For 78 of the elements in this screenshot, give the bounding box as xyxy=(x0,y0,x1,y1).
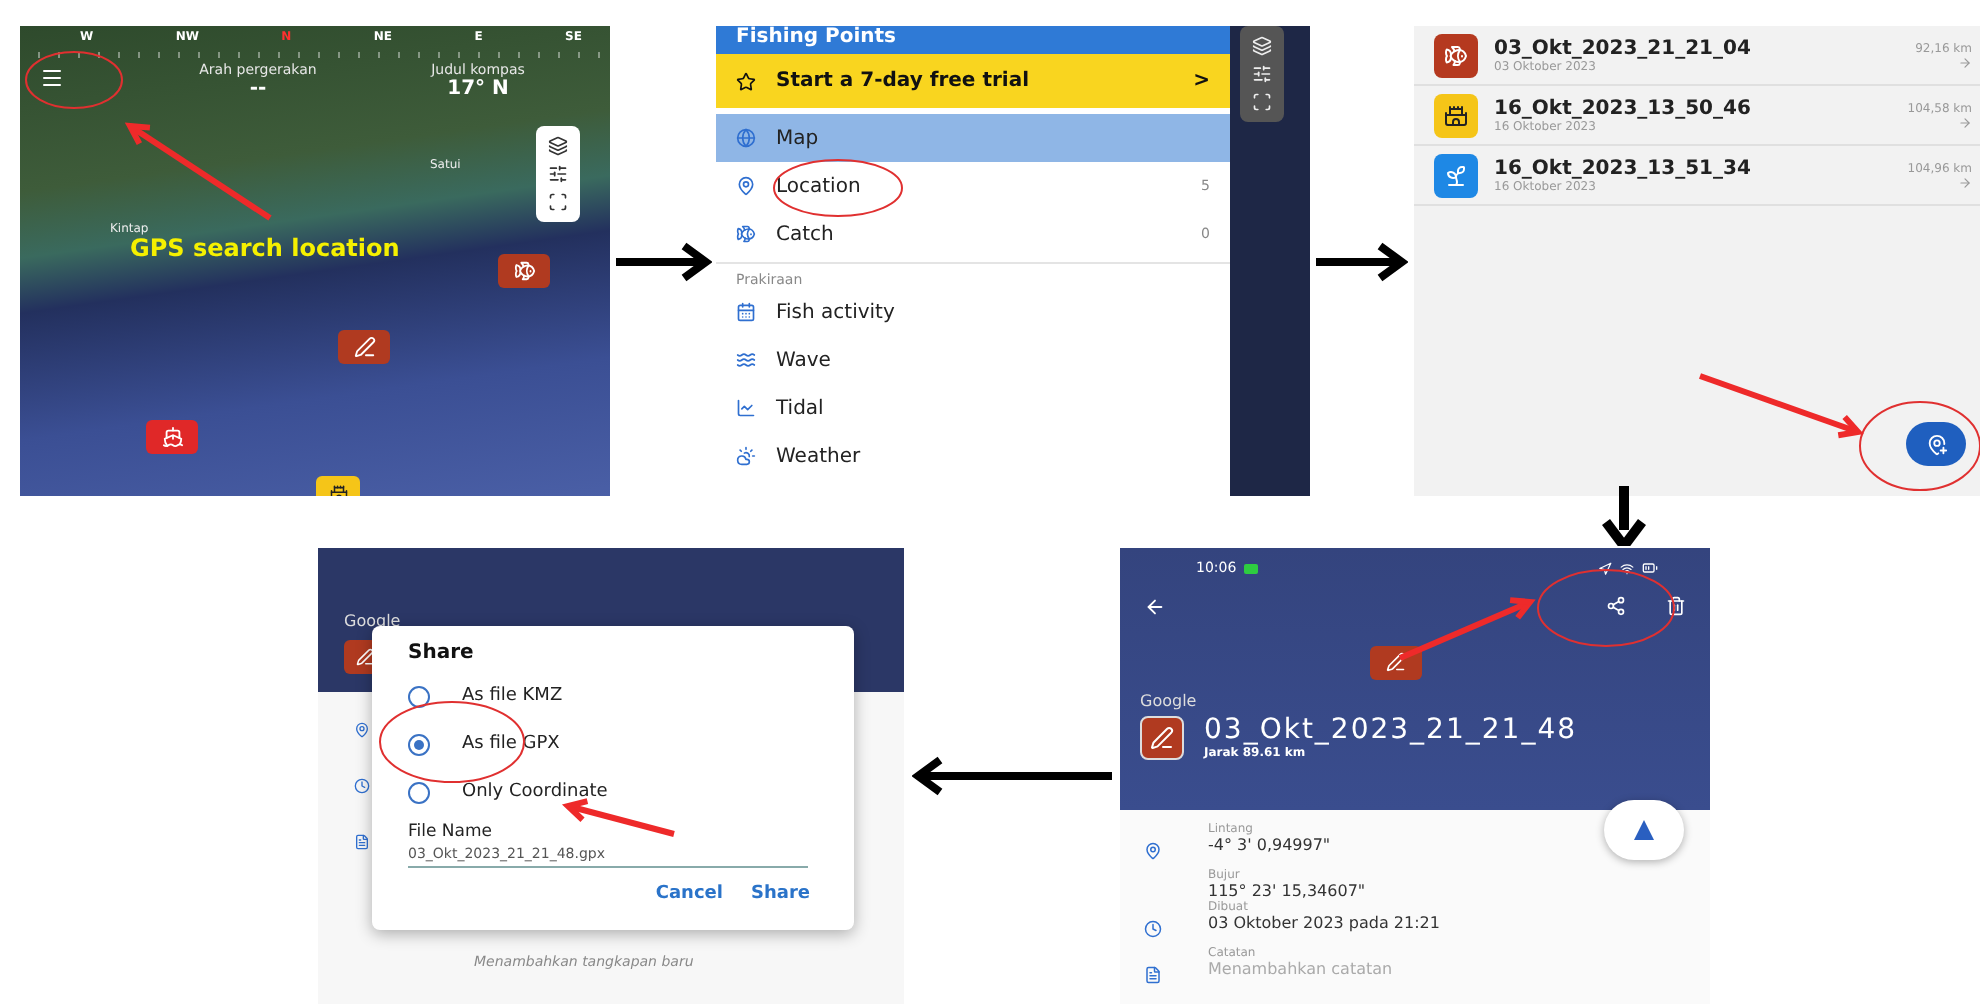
annotation-arrow xyxy=(1398,597,1536,661)
clock-icon xyxy=(1144,920,1162,938)
item-name: 03_Okt_2023_21_21_04 xyxy=(1494,37,1753,59)
note-icon xyxy=(1144,966,1162,984)
fish-icon xyxy=(736,224,756,244)
pen-icon xyxy=(1385,652,1405,672)
globe-icon xyxy=(736,128,756,148)
annotation-circle xyxy=(772,158,904,218)
map-marker[interactable] xyxy=(146,420,198,454)
map-attribution: Google xyxy=(1140,692,1199,710)
item-name: 16_Okt_2023_13_50_46 xyxy=(1494,97,1753,119)
trash-icon xyxy=(1666,596,1686,616)
annotation-arrow xyxy=(561,798,675,837)
map-marker[interactable] xyxy=(498,254,550,288)
arrow-icon xyxy=(1958,175,1972,189)
back-arrow-icon xyxy=(1144,595,1166,617)
item-name: 16_Okt_2023_13_51_34 xyxy=(1494,157,1753,179)
wave-icon xyxy=(736,350,756,370)
arrow-icon xyxy=(912,754,1112,798)
share-button[interactable] xyxy=(1602,592,1630,620)
sprout-icon xyxy=(1444,163,1468,187)
radio-option[interactable]: As file KMZ xyxy=(408,672,818,720)
map-attribution: Google xyxy=(344,612,401,630)
radio-option[interactable]: Only Coordinate xyxy=(408,768,818,816)
menu-icon xyxy=(40,66,64,90)
map-marker[interactable] xyxy=(338,330,390,364)
location-title: 03_Okt_2023_21_21_48 xyxy=(1204,714,1578,746)
annotation-circle xyxy=(1536,568,1676,648)
menu-item[interactable]: Map xyxy=(716,114,1230,162)
fullscreen-icon xyxy=(1252,92,1272,112)
share-icon xyxy=(1606,596,1626,616)
tower-icon xyxy=(1444,103,1468,127)
wifi-icon xyxy=(1620,561,1634,575)
compass-heading-value: 17° N xyxy=(447,78,509,100)
cloud-sun-icon xyxy=(736,446,756,466)
annotation-text: GPS search location xyxy=(130,234,400,262)
clock-icon xyxy=(354,778,370,794)
boat-icon xyxy=(161,426,183,448)
pen-icon xyxy=(353,336,375,358)
dialog-title: Share xyxy=(408,642,476,664)
map-pin-icon xyxy=(1144,842,1162,860)
battery-icon xyxy=(1244,563,1259,573)
line-chart-icon xyxy=(736,398,756,418)
sliders-icon xyxy=(548,164,568,184)
heading-value: -- xyxy=(249,78,267,100)
fish-icon xyxy=(1444,43,1468,67)
arrow-icon xyxy=(1316,239,1408,283)
arrow-icon xyxy=(615,239,711,283)
layers-icon xyxy=(548,136,568,156)
radio-option[interactable]: As file GPX xyxy=(408,720,818,768)
dialog-button[interactable]: Share xyxy=(742,880,818,908)
fullscreen-icon xyxy=(548,192,568,212)
dialog-button[interactable]: Cancel xyxy=(647,880,731,908)
app-title: Fishing Points xyxy=(716,26,1230,54)
triangle-icon xyxy=(1634,820,1654,840)
fish-icon xyxy=(513,260,535,282)
pen-icon xyxy=(1150,725,1174,749)
field-value: 115° 23' 15,34607" xyxy=(1208,882,1366,900)
field-value: 03 Oktober 2023 pada 21:21 xyxy=(1208,914,1440,932)
delete-button[interactable] xyxy=(1662,592,1690,620)
sliders-icon xyxy=(1252,64,1272,84)
field-label: File Name xyxy=(408,822,495,842)
battery-icon xyxy=(1642,560,1658,576)
map-pin-icon xyxy=(354,722,370,738)
map-pin-icon xyxy=(736,176,756,196)
map-marker[interactable] xyxy=(1369,645,1421,679)
field-value: -4° 3' 0,94997" xyxy=(1208,836,1331,854)
note-icon xyxy=(354,834,370,850)
annotation-circle xyxy=(24,50,124,110)
trial-banner[interactable]: Start a 7-day free trial > xyxy=(716,54,1230,108)
location-arrow-icon xyxy=(1598,561,1612,575)
arrow-icon xyxy=(1602,486,1646,546)
arrow-icon xyxy=(1958,55,1972,69)
star-icon xyxy=(736,71,756,91)
calendar-icon xyxy=(736,302,756,322)
layers-icon xyxy=(1252,36,1272,56)
map-pin-plus-icon xyxy=(1925,433,1947,455)
arrow-icon xyxy=(1958,115,1972,129)
